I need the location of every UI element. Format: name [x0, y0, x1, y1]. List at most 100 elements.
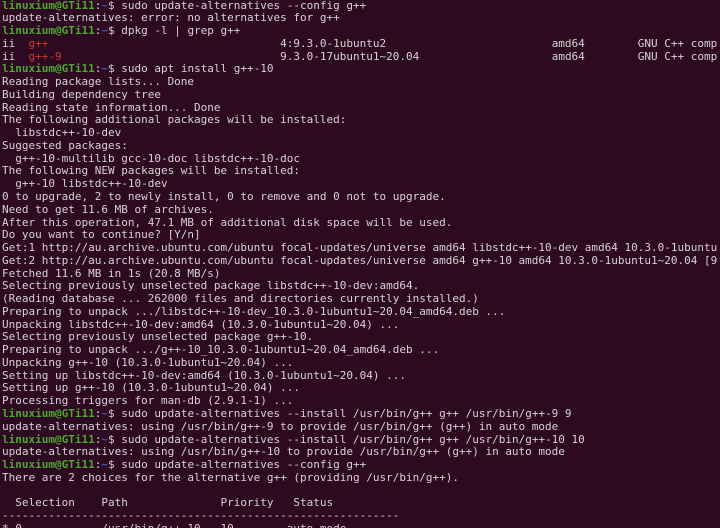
- terminal-output-line: libstdc++-10-dev: [2, 127, 718, 140]
- terminal-prompt-line: linuxium@GTi11:~$ dpkg -l | grep g++: [2, 25, 718, 38]
- terminal-output-line: Processing triggers for man-db (2.9.1-1)…: [2, 395, 718, 408]
- terminal-prompt-line: linuxium@GTi11:~$ sudo apt install g++-1…: [2, 63, 718, 76]
- prompt-path: ~: [101, 25, 108, 38]
- terminal-output-line: * 0 /usr/bin/g++-10 10 auto mode: [2, 523, 718, 528]
- terminal-output-line: After this operation, 47.1 MB of additio…: [2, 217, 718, 230]
- terminal-output-text: Reading package lists... Done: [2, 76, 195, 89]
- terminal-output-text: 0 to upgrade, 2 to newly install, 0 to r…: [2, 190, 446, 203]
- prompt-sigil: $: [107, 408, 122, 420]
- prompt-sigil: $: [107, 25, 122, 38]
- terminal-screen[interactable]: linuxium@GTi11:~$ sudo update-alternativ…: [2, 0, 718, 528]
- terminal-output-text: (Reading database ... 262000 files and d…: [2, 293, 479, 306]
- terminal-output-text: Building dependency tree: [2, 88, 161, 101]
- terminal-command: dpkg -l | grep g++: [121, 25, 241, 38]
- prompt-path: ~: [101, 0, 108, 12]
- terminal-output-text: libstdc++-10-dev: [2, 127, 122, 140]
- terminal-output-line: Reading state information... Done: [2, 102, 718, 115]
- terminal-command: sudo apt install g++-10: [121, 63, 274, 76]
- terminal-output-line: 0 to upgrade, 2 to newly install, 0 to r…: [2, 191, 718, 204]
- terminal-output-line: Setting up libstdc++-10-dev:amd64 (10.3.…: [2, 370, 718, 383]
- terminal-output-text: update-alternatives: using /usr/bin/g++-…: [2, 420, 559, 433]
- terminal-output-text: ----------------------------------------…: [2, 510, 400, 523]
- terminal-output-line: Building dependency tree: [2, 89, 718, 102]
- prompt-user-host: linuxium@GTi11: [2, 459, 95, 472]
- terminal-output-line: g++-10 libstdc++-10-dev: [2, 178, 718, 191]
- terminal-output-text: Reading state information... Done: [2, 101, 221, 114]
- terminal-output-line: (Reading database ... 262000 files and d…: [2, 293, 718, 306]
- prompt-path: ~: [101, 63, 108, 76]
- terminal-output-text: [2, 485, 9, 497]
- terminal-output-line: Fetched 11.6 MB in 1s (20.8 MB/s): [2, 268, 718, 281]
- terminal-output-text: The following additional packages will b…: [2, 114, 347, 127]
- terminal-window[interactable]: linuxium@GTi11:~$ sudo update-alternativ…: [0, 0, 720, 528]
- prompt-sigil: $: [107, 0, 122, 12]
- terminal-output-text: Need to get 11.6 MB of archives.: [2, 203, 214, 216]
- terminal-command: sudo update-alternatives --config g++: [121, 0, 367, 12]
- terminal-grep-line: ii g++ 4:9.3.0-1ubuntu2 amd64 GNU C++ co…: [2, 38, 718, 51]
- terminal-output-text: Preparing to unpack .../g++-10_10.3.0-1u…: [2, 344, 440, 357]
- prompt-sigil: $: [107, 63, 122, 76]
- terminal-output-text: * 0 /usr/bin/g++-10 10 auto mode: [2, 523, 346, 528]
- terminal-output-text: Selecting previously unselected package …: [2, 280, 420, 293]
- terminal-output-text: Unpacking libstdc++-10-dev:amd64 (10.3.0…: [2, 318, 400, 331]
- terminal-output-text: Setting up libstdc++-10-dev:amd64 (10.3.…: [2, 369, 406, 382]
- terminal-output-text: Selecting previously unselected package …: [2, 331, 314, 344]
- terminal-command: sudo update-alternatives --install /usr/…: [121, 433, 585, 446]
- terminal-output-line: There are 2 choices for the alternative …: [2, 472, 718, 485]
- terminal-output-text: Unpacking g++-10 (10.3.0-1ubuntu1~20.04)…: [2, 356, 294, 369]
- terminal-output-line: Get:2 http://au.archive.ubuntu.com/ubunt…: [2, 255, 718, 268]
- prompt-user-host: linuxium@GTi11: [2, 63, 95, 76]
- prompt-path: ~: [101, 408, 108, 420]
- terminal-output-line: g++-10-multilib gcc-10-doc libstdc++-10-…: [2, 153, 718, 166]
- terminal-output-text: Preparing to unpack .../libstdc++-10-dev…: [2, 305, 506, 318]
- prompt-user-host: linuxium@GTi11: [2, 25, 95, 38]
- terminal-output-text: There are 2 choices for the alternative …: [2, 471, 459, 484]
- prompt-sigil: $: [107, 433, 122, 446]
- prompt-user-host: linuxium@GTi11: [2, 408, 95, 420]
- terminal-output-text: Setting up g++-10 (10.3.0-1ubuntu1~20.04…: [2, 382, 301, 395]
- terminal-output-text: Get:1 http://au.archive.ubuntu.com/ubunt…: [2, 242, 718, 255]
- terminal-output-line: update-alternatives: using /usr/bin/g++-…: [2, 446, 718, 459]
- prompt-path: ~: [101, 433, 108, 446]
- terminal-output-line: Preparing to unpack .../libstdc++-10-dev…: [2, 306, 718, 319]
- prompt-path: ~: [101, 459, 108, 472]
- terminal-output-line: Suggested packages:: [2, 140, 718, 153]
- terminal-output-text: Do you want to continue? [Y/n]: [2, 229, 201, 242]
- terminal-output-text: g++-10 libstdc++-10-dev: [2, 178, 168, 191]
- terminal-output-text: After this operation, 47.1 MB of additio…: [2, 216, 453, 229]
- terminal-output-line: ----------------------------------------…: [2, 510, 718, 523]
- terminal-output-text: Processing triggers for man-db (2.9.1-1)…: [2, 395, 294, 408]
- terminal-output-line: Do you want to continue? [Y/n]: [2, 229, 718, 242]
- grep-prefix: ii: [2, 50, 29, 63]
- terminal-output-line: Setting up g++-10 (10.3.0-1ubuntu1~20.04…: [2, 382, 718, 395]
- terminal-output-line: Unpacking g++-10 (10.3.0-1ubuntu1~20.04)…: [2, 357, 718, 370]
- terminal-prompt-line: linuxium@GTi11:~$ sudo update-alternativ…: [2, 0, 718, 12]
- terminal-output-line: The following additional packages will b…: [2, 114, 718, 127]
- terminal-output-line: Selecting previously unselected package …: [2, 331, 718, 344]
- grep-prefix: ii: [2, 37, 29, 50]
- terminal-output-line: Unpacking libstdc++-10-dev:amd64 (10.3.0…: [2, 319, 718, 332]
- grep-rest: 4:9.3.0-1ubuntu2 amd64 GNU C++ compiler: [48, 37, 718, 50]
- terminal-command: sudo update-alternatives --install /usr/…: [121, 408, 572, 420]
- terminal-output-text: The following NEW packages will be insta…: [2, 165, 301, 178]
- terminal-prompt-line: linuxium@GTi11:~$ sudo update-alternativ…: [2, 459, 718, 472]
- terminal-command: sudo update-alternatives --config g++: [121, 459, 367, 472]
- terminal-output-line: Selection Path Priority Status: [2, 497, 718, 510]
- terminal-output-line: The following NEW packages will be insta…: [2, 165, 718, 178]
- terminal-prompt-line: linuxium@GTi11:~$ sudo update-alternativ…: [2, 408, 718, 421]
- terminal-output-line: Selecting previously unselected package …: [2, 280, 718, 293]
- terminal-output-text: Selection Path Priority Status: [2, 497, 334, 510]
- terminal-output-text: Fetched 11.6 MB in 1s (20.8 MB/s): [2, 267, 221, 280]
- terminal-output-text: update-alternatives: error: no alternati…: [2, 12, 340, 25]
- terminal-output-line: Get:1 http://au.archive.ubuntu.com/ubunt…: [2, 242, 718, 255]
- prompt-user-host: linuxium@GTi11: [2, 433, 95, 446]
- terminal-prompt-line: linuxium@GTi11:~$ sudo update-alternativ…: [2, 434, 718, 447]
- terminal-output-line: Need to get 11.6 MB of archives.: [2, 204, 718, 217]
- terminal-output-text: Suggested packages:: [2, 139, 128, 152]
- terminal-output-line: Reading package lists... Done: [2, 76, 718, 89]
- terminal-output-line: update-alternatives: error: no alternati…: [2, 12, 718, 25]
- terminal-output-line: Preparing to unpack .../g++-10_10.3.0-1u…: [2, 344, 718, 357]
- terminal-grep-line: ii g++-9 9.3.0-17ubuntu1~20.04 amd64 GNU…: [2, 51, 718, 64]
- grep-match: g++-9: [28, 50, 62, 63]
- grep-match: g++: [28, 37, 49, 50]
